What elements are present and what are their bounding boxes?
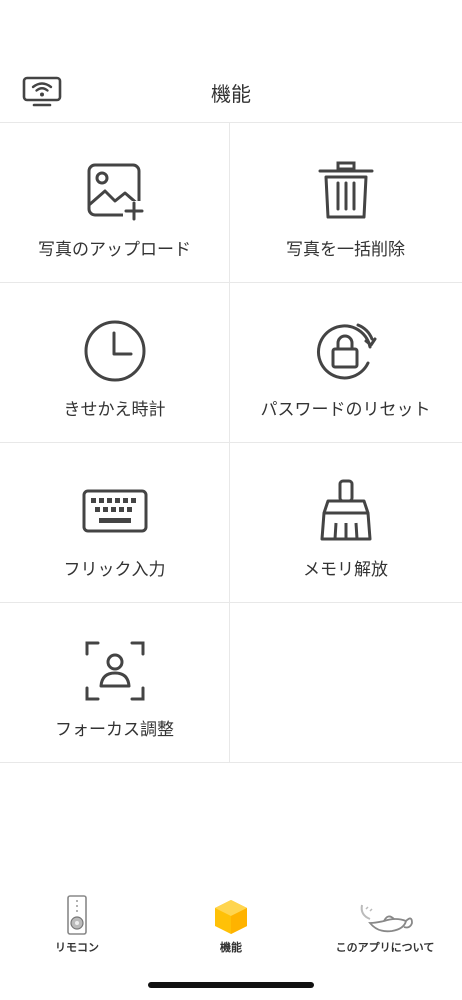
feature-memory-free[interactable]: メモリ解放 (230, 443, 461, 603)
feature-password-reset[interactable]: パスワードのリセット (230, 283, 461, 443)
tab-about[interactable]: このアプリについて (308, 895, 462, 965)
home-indicator[interactable] (148, 982, 314, 988)
tab-bar: リモコン 機能 このアプリについて (0, 895, 462, 965)
photo-upload-icon (87, 163, 145, 221)
feature-grid: 写真のアップロード 写真を一括削除 きせかえ時計 パスワードのリセット フリック… (0, 122, 462, 763)
trash-icon (318, 161, 373, 219)
feature-label: 写真のアップロード (38, 240, 191, 260)
tab-features[interactable]: 機能 (154, 895, 308, 965)
feature-row: フォーカス調整 (0, 603, 462, 763)
feature-row: 写真のアップロード 写真を一括削除 (0, 123, 462, 283)
cube-icon (215, 900, 247, 934)
tab-label: 機能 (220, 941, 242, 954)
tab-label: このアプリについて (335, 941, 435, 954)
feature-focus-adjust[interactable]: フォーカス調整 (0, 603, 230, 763)
lock-reset-icon (316, 323, 376, 380)
feature-label: 写真を一括削除 (286, 240, 405, 260)
page-title: 機能 (211, 82, 251, 106)
feature-label: フォーカス調整 (55, 720, 174, 740)
feature-row: きせかえ時計 パスワードのリセット (0, 283, 462, 443)
keyboard-icon (82, 489, 147, 533)
feature-bulk-delete[interactable]: 写真を一括削除 (230, 123, 461, 283)
remote-icon (67, 895, 87, 935)
feature-label: メモリ解放 (303, 560, 388, 580)
feature-flick-input[interactable]: フリック入力 (0, 443, 230, 603)
feature-clock[interactable]: きせかえ時計 (0, 283, 230, 443)
feature-label: パスワードのリセット (260, 400, 431, 420)
header: 機能 (0, 62, 462, 122)
broom-icon (320, 479, 371, 541)
tab-remote[interactable]: リモコン (0, 895, 154, 965)
feature-photo-upload[interactable]: 写真のアップロード (0, 123, 230, 283)
feature-label: フリック入力 (63, 560, 166, 580)
empty-cell (230, 603, 461, 763)
features-screen: 機能 写真のアップロード 写真を一括削除 きせかえ時計 パスワードのリセット フ… (0, 0, 462, 1000)
tab-label: リモコン (55, 941, 99, 954)
feature-label: きせかえ時計 (63, 400, 166, 420)
focus-person-icon (85, 641, 144, 701)
clock-icon (84, 320, 145, 382)
genie-lamp-icon (360, 904, 413, 933)
feature-row: フリック入力 メモリ解放 (0, 443, 462, 603)
